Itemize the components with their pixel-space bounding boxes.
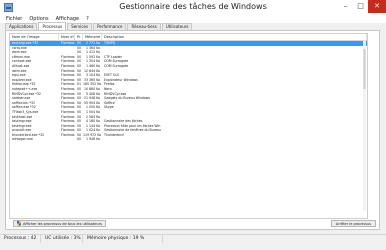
tab-applications[interactable]: Applications xyxy=(5,23,38,30)
menu-help[interactable]: ? xyxy=(86,15,89,23)
table-header: Nom de l'image Nom d'u... Pr Mémoire p..… xyxy=(10,34,367,41)
tab-strip: Applications Processus Services Performa… xyxy=(5,22,193,30)
table-row[interactable]: winlogon.exe 00 1 948 Ko xyxy=(10,137,367,142)
window-controls: – □ ✕ xyxy=(338,0,386,13)
tab-processes[interactable]: Processus xyxy=(38,22,67,30)
column-user-name[interactable]: Nom d'u... xyxy=(59,34,75,40)
maximize-icon[interactable]: □ xyxy=(353,0,368,13)
title-bar: Gestionnaire des tâches de Windows – □ ✕ xyxy=(0,0,386,15)
minimize-icon[interactable]: – xyxy=(338,0,353,13)
table-body: taskmgr.exe *32 Florimas 00 2 772 Ko TSMPQ cs… xyxy=(10,41,367,142)
column-image-name[interactable]: Nom de l'image xyxy=(10,34,59,40)
cell-user-name xyxy=(59,137,75,142)
status-bar: Processus : 42 UC utilisée : 3% Mémoire … xyxy=(0,234,386,243)
process-table: Nom de l'image Nom d'u... Pr Mémoire p..… xyxy=(9,33,368,219)
tab-network[interactable]: Réseau-tiess xyxy=(127,23,161,30)
task-manager-window: Gestionnaire des tâches de Windows – □ ✕… xyxy=(0,0,386,250)
column-cpu[interactable]: Pr xyxy=(75,34,83,40)
close-icon[interactable]: ✕ xyxy=(368,0,386,13)
column-description[interactable]: Description xyxy=(102,34,367,40)
vertical-scrollbar[interactable] xyxy=(363,41,366,211)
cell-cpu: 00 xyxy=(76,137,82,142)
tab-performance[interactable]: Performance xyxy=(93,23,127,30)
tab-users[interactable]: Utilisateurs xyxy=(161,23,193,30)
menu-file[interactable]: Fichier xyxy=(6,15,22,23)
cell-description xyxy=(102,137,367,142)
status-cpu: UC utilisée : 3% xyxy=(41,235,83,243)
end-process-button[interactable]: Arrêter le processus xyxy=(330,220,376,227)
cell-memory: 1 948 Ko xyxy=(85,137,100,142)
status-processes: Processus : 42 xyxy=(0,235,41,243)
show-all-processes-label: Afficher les processus de tous les utili… xyxy=(23,221,102,226)
column-memory[interactable]: Mémoire p... xyxy=(83,34,102,40)
status-memory: Mémoire physique : 19 % xyxy=(83,235,163,243)
show-all-processes-button[interactable]: Afficher les processus de tous les utili… xyxy=(13,220,106,227)
shield-icon xyxy=(17,221,21,226)
window-title: Gestionnaire des tâches de Windows xyxy=(119,2,267,11)
cell-image-name: winlogon.exe xyxy=(12,137,34,142)
tab-services[interactable]: Services xyxy=(67,23,93,30)
